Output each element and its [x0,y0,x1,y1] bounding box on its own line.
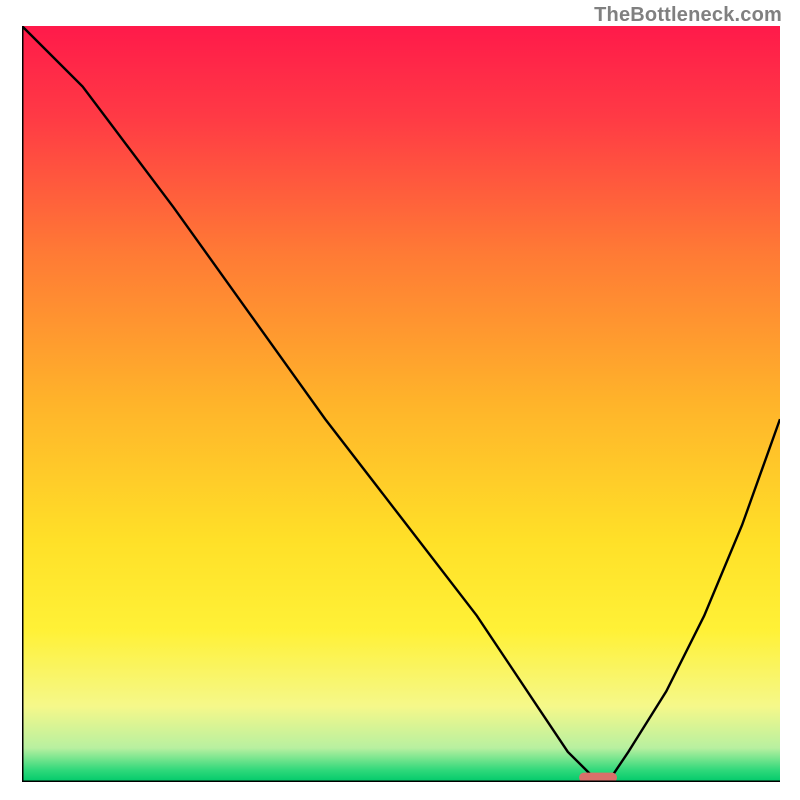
plot-background [22,26,780,782]
bottleneck-chart [22,26,780,782]
chart-container: TheBottleneck.com [0,0,800,800]
watermark-text: TheBottleneck.com [594,4,782,27]
